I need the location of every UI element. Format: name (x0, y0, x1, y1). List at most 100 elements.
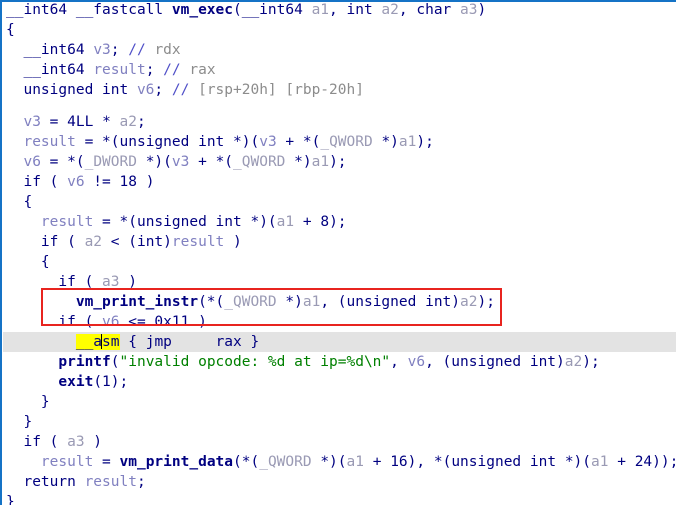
local-variable-token: result (40, 454, 94, 470)
code-token: * (93, 114, 120, 130)
code-line[interactable]: } (6, 492, 15, 505)
code-token: (*( (198, 294, 225, 310)
function-name-token: exit (58, 374, 94, 390)
code-line[interactable]: result = *(unsigned int *)(v3 + *(_QWORD… (6, 132, 434, 152)
code-token: ); (582, 354, 600, 370)
code-line[interactable]: v3 = 4LL * a2; (6, 112, 146, 132)
code-line[interactable]: } (6, 412, 32, 432)
type-token: _QWORD (320, 134, 382, 150)
local-variable-token: v6 (67, 174, 85, 190)
code-token: , (398, 2, 417, 18)
code-line[interactable]: if ( a2 < (int)result ) (6, 232, 242, 252)
code-token: ) (189, 314, 207, 330)
code-token: __int64 __fastcall (6, 2, 172, 18)
code-token: + (608, 454, 635, 470)
code-token: if ( (6, 174, 68, 190)
argument-token: a1 (302, 294, 321, 310)
code-token: ; (137, 114, 146, 130)
argument-token: a1 (311, 2, 330, 18)
code-line[interactable]: if ( a3 ) (6, 272, 137, 292)
code-line[interactable]: __int64 v3; // rdx (6, 40, 181, 60)
code-token: *)( (233, 134, 260, 150)
comment-token: rax (180, 62, 216, 78)
code-line[interactable]: vm_print_instr(*(_QWORD *)a1, (unsigned … (6, 292, 495, 312)
code-token: )); (652, 454, 676, 470)
argument-token: a3 (67, 434, 85, 450)
code-line[interactable]: } (6, 392, 50, 412)
code-token: unsigned int (451, 454, 565, 470)
code-line[interactable]: if ( v6 <= 0x11 ) (6, 312, 207, 332)
code-token: ) (477, 2, 487, 18)
comment-token: rdx (145, 42, 181, 58)
code-token: ); (416, 134, 434, 150)
code-line[interactable]: unsigned int v6; // [rsp+20h] [rbp-20h] (6, 80, 364, 100)
code-token: unsigned int (136, 214, 251, 230)
code-token: = *( (75, 134, 120, 150)
code-line[interactable]: v6 = *(_DWORD *)(v3 + *(_QWORD *)a1); (6, 152, 347, 172)
code-token: ( (232, 2, 242, 18)
code-token: = *( (93, 214, 137, 230)
function-name-token: printf (58, 354, 111, 370)
code-line[interactable]: __asm { jmp rax } (6, 332, 259, 352)
code-token: unsigned int (451, 354, 557, 370)
code-token: <= (119, 314, 155, 330)
code-token: = *( (40, 154, 85, 170)
code-token: int (346, 2, 382, 18)
code-line[interactable]: if ( a3 ) (6, 432, 102, 452)
argument-token: a1 (276, 214, 295, 230)
code-line[interactable]: __int64 __fastcall vm_exec(__int64 a1, i… (6, 0, 486, 20)
local-variable-token: v3 (23, 114, 41, 130)
number-token: 16 (390, 454, 408, 470)
code-line[interactable]: exit(1); (6, 372, 128, 392)
code-token: unsigned int (119, 134, 234, 150)
code-token: unsigned int (6, 82, 137, 98)
number-token: 24 (634, 454, 653, 470)
code-line[interactable]: result = *(unsigned int *)(a1 + 8); (6, 212, 347, 232)
code-token: int (136, 234, 164, 250)
function-name-token: vm_print_instr (75, 294, 199, 310)
comment-token: // (171, 82, 190, 98)
argument-token: a1 (311, 154, 330, 170)
code-token: } (6, 394, 50, 410)
highlighted-identifier-token: sm (102, 334, 120, 350)
code-line[interactable]: { (6, 252, 50, 272)
code-line[interactable]: result = vm_print_data(*(_QWORD *)(a1 + … (6, 452, 676, 472)
code-line[interactable]: __int64 result; // rax (6, 60, 216, 80)
code-token: ); (110, 374, 129, 390)
code-token: if ( (6, 434, 68, 450)
argument-token: a2 (460, 294, 478, 310)
code-line[interactable]: printf("invalid opcode: %d at ip=%d\n" , … (6, 352, 600, 372)
code-token: return (6, 474, 85, 490)
local-variable-token: v3 (171, 154, 190, 170)
code-surface[interactable]: __int64 __fastcall vm_exec(__int64 a1, i… (3, 0, 676, 505)
code-token: ) (119, 274, 137, 290)
code-token: < ( (102, 234, 137, 250)
pseudocode-view[interactable]: __int64 __fastcall vm_exec(__int64 a1, i… (0, 0, 676, 505)
code-line[interactable]: { (6, 192, 32, 212)
function-name-token: vm_print_data (119, 454, 234, 470)
local-variable-token: v3 (259, 134, 277, 150)
code-line[interactable]: if ( v6 != 18 ) (6, 172, 154, 192)
code-line[interactable]: return result; (6, 472, 145, 492)
argument-token: a1 (398, 134, 417, 150)
comment-token: // (128, 42, 146, 58)
code-token: + (294, 214, 321, 230)
code-token: ); (329, 154, 347, 170)
code-token: __int64 (6, 42, 94, 58)
number-token: 4LL (67, 114, 94, 130)
string-literal-token: "invalid opcode: %d at ip=%d\n" (119, 354, 391, 370)
code-token: ) (163, 234, 172, 250)
type-token: _QWORD (224, 294, 286, 310)
code-token: , ( (425, 354, 452, 370)
local-variable-token: v6 (102, 314, 120, 330)
code-line[interactable]: { (6, 20, 15, 40)
argument-token: a2 (564, 354, 583, 370)
type-token: _DWORD (84, 154, 146, 170)
code-token: ); (329, 214, 347, 230)
code-token: ( (93, 374, 103, 390)
code-token: } (6, 414, 33, 430)
